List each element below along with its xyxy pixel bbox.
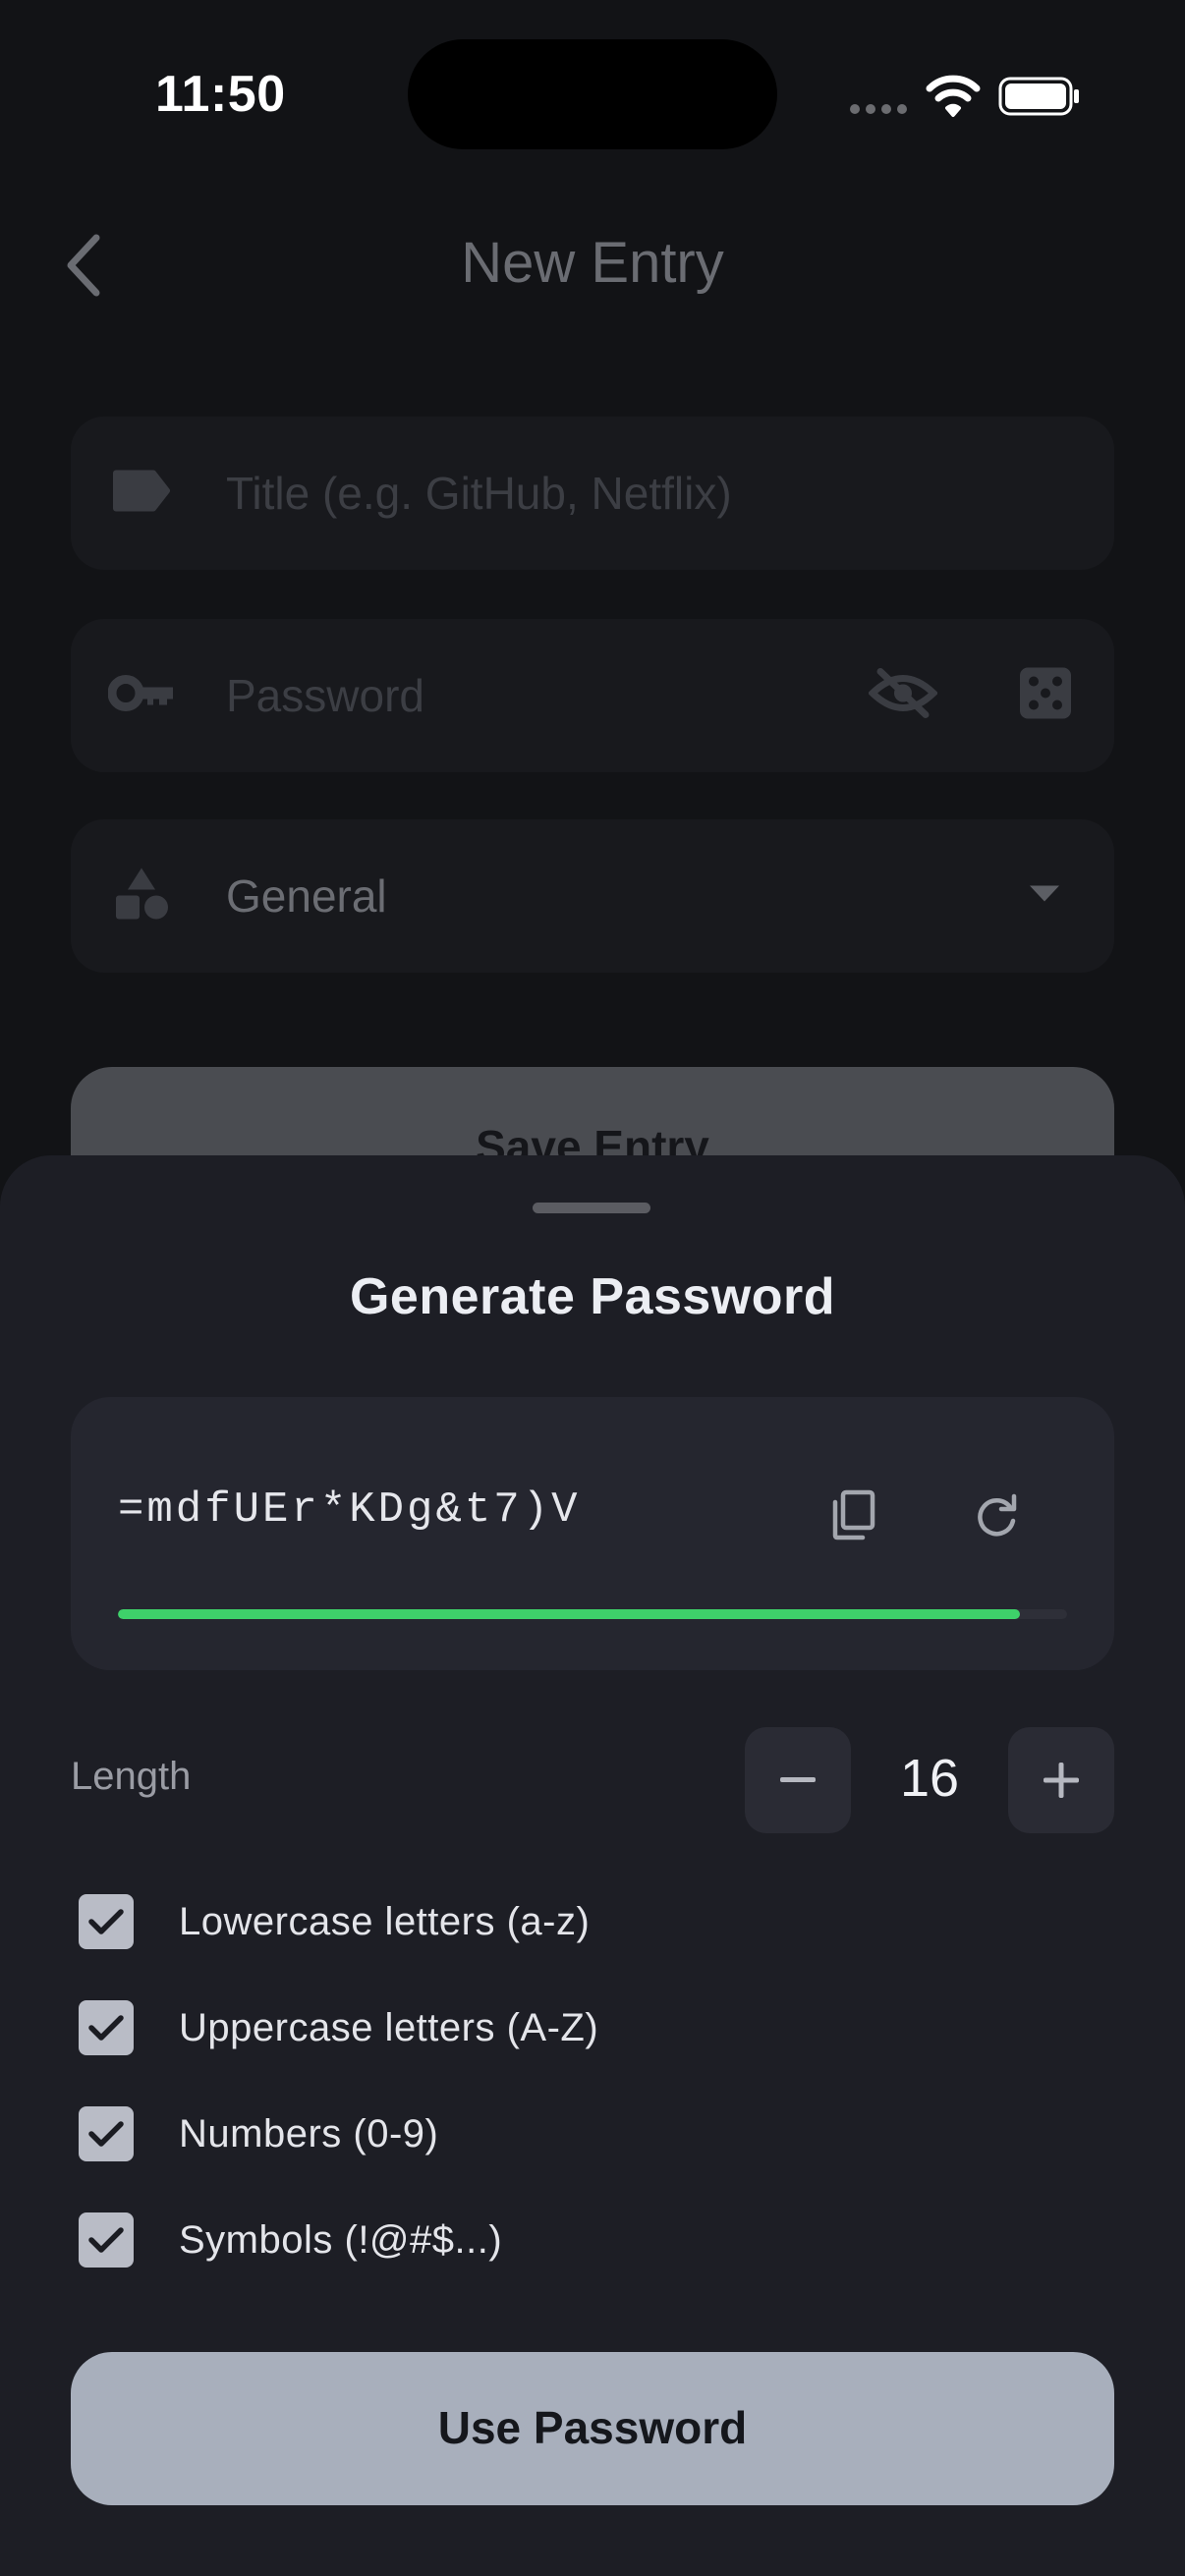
sheet-title: Generate Password	[349, 1268, 836, 1325]
tag-icon	[112, 470, 171, 518]
checkmark-icon	[88, 2121, 124, 2147]
symbols-label: Symbols (!@#$...)	[179, 2217, 503, 2262]
decrease-length-button[interactable]	[745, 1727, 851, 1833]
numbers-checkbox[interactable]	[79, 2106, 134, 2161]
title-placeholder: Title (e.g. GitHub, Netflix)	[226, 468, 732, 519]
password-placeholder: Password	[226, 670, 424, 721]
strength-meter-fill	[118, 1609, 1020, 1619]
dynamic-island	[408, 39, 777, 149]
key-icon	[107, 672, 177, 720]
page-title: New Entry	[461, 231, 724, 295]
numbers-label: Numbers (0-9)	[179, 2111, 439, 2156]
status-time: 11:50	[155, 66, 286, 123]
wifi-icon	[926, 75, 981, 123]
password-field[interactable]: Password	[71, 619, 1114, 772]
minus-icon	[780, 1777, 816, 1782]
eye-off-icon[interactable]	[867, 668, 939, 724]
uppercase-checkbox[interactable]	[79, 2000, 134, 2055]
option-numbers[interactable]: Numbers (0-9)	[79, 2104, 438, 2163]
length-value: 16	[899, 1749, 960, 1808]
generated-password: =mdfUEr*KDg&t7)V	[118, 1485, 581, 1535]
copy-button[interactable]	[814, 1476, 892, 1554]
symbols-checkbox[interactable]	[79, 2212, 134, 2268]
uppercase-label: Uppercase letters (A-Z)	[179, 2005, 599, 2049]
plus-icon	[1044, 1763, 1079, 1798]
checkmark-icon	[88, 2227, 124, 2253]
category-value: General	[226, 870, 387, 922]
checkmark-icon	[88, 1909, 124, 1934]
option-symbols[interactable]: Symbols (!@#$...)	[79, 2211, 502, 2269]
lowercase-label: Lowercase letters (a-z)	[179, 1899, 591, 1943]
title-field[interactable]: Title (e.g. GitHub, Netflix)	[71, 417, 1114, 570]
lowercase-checkbox[interactable]	[79, 1894, 134, 1949]
sheet-grabber[interactable]	[533, 1203, 650, 1213]
shapes-icon	[112, 865, 171, 928]
refresh-icon	[978, 1493, 1017, 1537]
regenerate-button[interactable]	[957, 1476, 1036, 1554]
cellular-signal-icon	[849, 102, 908, 121]
dice-icon[interactable]	[1018, 666, 1073, 726]
checkmark-icon	[88, 2015, 124, 2041]
use-password-label: Use Password	[437, 2402, 748, 2453]
increase-length-button[interactable]	[1008, 1727, 1114, 1833]
option-lowercase[interactable]: Lowercase letters (a-z)	[79, 1892, 590, 1951]
battery-icon	[998, 77, 1081, 121]
category-select[interactable]: General	[71, 819, 1114, 973]
option-uppercase[interactable]: Uppercase letters (A-Z)	[79, 1998, 598, 2057]
copy-icon	[832, 1489, 875, 1540]
dropdown-arrow-icon	[1028, 884, 1061, 909]
use-password-button[interactable]: Use Password	[71, 2352, 1114, 2505]
strength-meter	[118, 1609, 1067, 1619]
length-label: Length	[71, 1755, 192, 1798]
